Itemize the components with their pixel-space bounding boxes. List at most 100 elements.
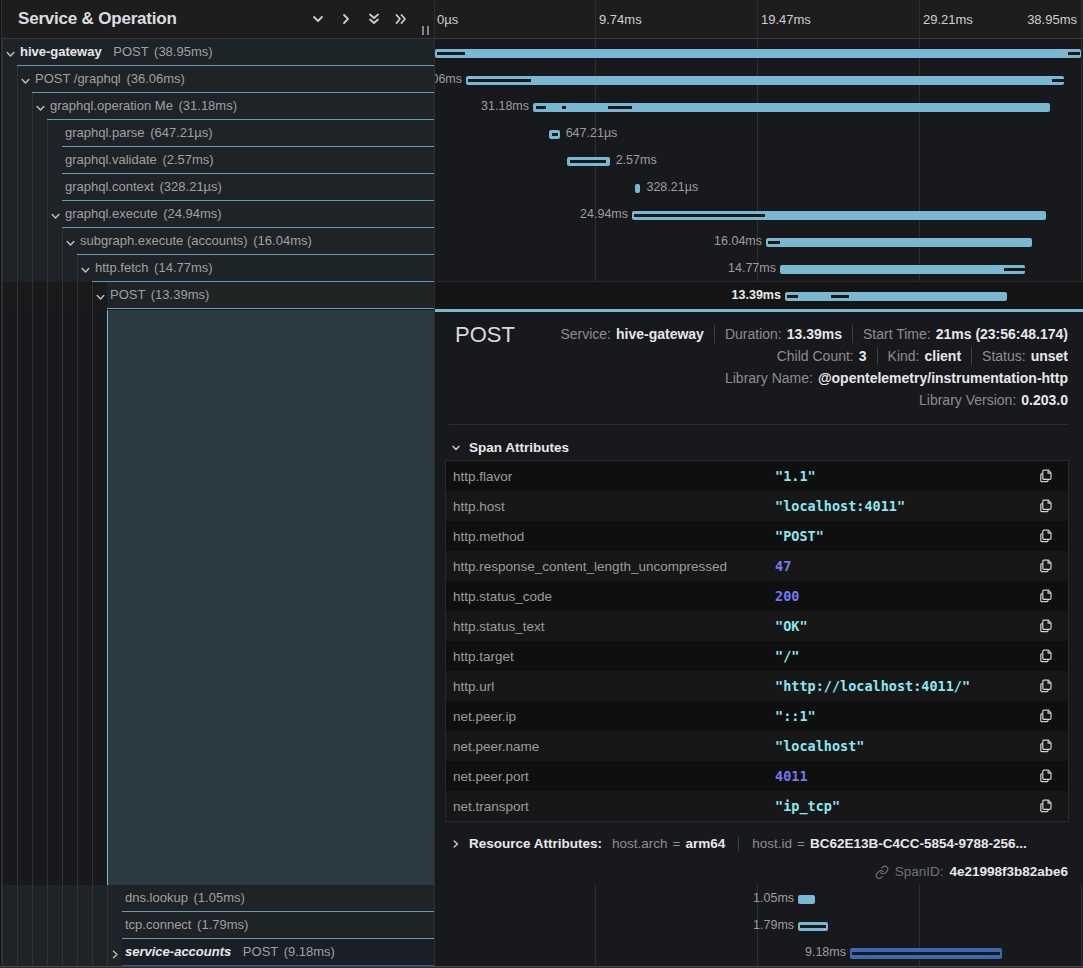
attr-row-http.method: http.method"POST": [446, 521, 1068, 551]
span-bar[interactable]: [435, 49, 1081, 58]
panel-splitter[interactable]: [434, 0, 435, 968]
span-bar[interactable]: [466, 76, 1064, 85]
row-operation: dns.lookup (1.05ms): [125, 890, 245, 905]
copy-icon[interactable]: [1038, 678, 1054, 694]
resource-attributes-line[interactable]: Resource Attributes: host.arch=arm64host…: [451, 836, 1027, 851]
timeline-row-POST[interactable]: [435, 39, 1083, 66]
span-id-label: SpanID:: [895, 864, 944, 879]
tree-row-POST /graphql[interactable]: POST /graphql (36.06ms): [0, 66, 434, 93]
copy-icon[interactable]: [1038, 708, 1054, 724]
timeline-row-tcp.connect[interactable]: 1.79ms: [435, 912, 1083, 939]
row-operation: tcp.connect (1.79ms): [125, 917, 248, 932]
info-label: Library Version:: [919, 392, 1016, 408]
copy-icon[interactable]: [1038, 468, 1054, 484]
copy-icon[interactable]: [1038, 798, 1054, 814]
timeline-row-graphql.validate[interactable]: 2.57ms: [435, 147, 1083, 174]
copy-icon[interactable]: [1038, 768, 1054, 784]
copy-icon[interactable]: [1038, 558, 1054, 574]
span-bar[interactable]: [533, 103, 1050, 112]
copy-icon[interactable]: [1038, 738, 1054, 754]
span-bar[interactable]: [798, 895, 815, 904]
timeline-tick-3: 29.21ms: [923, 12, 973, 27]
span-bar[interactable]: [798, 922, 828, 931]
span-bar[interactable]: [785, 292, 1007, 301]
tree-row-graphql.context[interactable]: graphql.context (328.21µs): [0, 174, 434, 201]
copy-icon[interactable]: [1038, 618, 1054, 634]
copy-icon[interactable]: [1038, 528, 1054, 544]
chevron-right-icon[interactable]: [110, 946, 121, 964]
info-value: hive-gateway: [616, 326, 704, 342]
tree-row-graphql.parse[interactable]: graphql.parse (647.21µs): [0, 120, 434, 147]
chevron-down-icon[interactable]: [20, 73, 31, 91]
service-operation-header: Service & Operation: [0, 0, 434, 39]
timeline-row-graphql.execute[interactable]: 24.94ms: [435, 201, 1083, 228]
copy-icon[interactable]: [1038, 588, 1054, 604]
attr-key: http.status_text: [446, 619, 775, 634]
root-indent-guide: [2, 39, 3, 968]
row-operation: graphql.operation Me (31.18ms): [50, 98, 237, 113]
timeline-row-graphql.operation Me[interactable]: 31.18ms: [435, 93, 1083, 120]
attr-value: "OK": [775, 618, 808, 634]
timeline-row-http.fetch[interactable]: 14.77ms: [435, 255, 1083, 282]
tree-row-graphql.execute[interactable]: graphql.execute (24.94ms): [0, 201, 434, 228]
span-bar[interactable]: [780, 265, 1025, 274]
tree-row-dns.lookup[interactable]: dns.lookup (1.05ms): [0, 885, 434, 912]
span-attributes-title: Span Attributes: [469, 440, 569, 455]
tree-row-graphql.operation Me[interactable]: graphql.operation Me (31.18ms): [0, 93, 434, 120]
chevron-down-icon[interactable]: [80, 262, 91, 280]
span-duration-label: 16.04ms: [714, 228, 762, 255]
collapse-one-icon[interactable]: [310, 11, 326, 27]
span-tree: hive-gateway POST (38.95ms)POST /graphql…: [0, 39, 434, 968]
attr-value: 200: [775, 588, 799, 604]
timeline-row-POST[interactable]: 13.39ms: [435, 282, 1083, 309]
collapse-all-icon[interactable]: [366, 11, 382, 27]
row-operation: subgraph.execute (accounts) (16.04ms): [80, 233, 312, 248]
panel-resize-grip[interactable]: [422, 26, 430, 35]
span-duration-label: 9.18ms: [805, 939, 846, 966]
chevron-down-icon[interactable]: [65, 235, 76, 253]
chevron-down-icon[interactable]: [95, 289, 106, 307]
row-operation: graphql.parse (647.21µs): [65, 125, 213, 140]
span-bar[interactable]: [632, 211, 1046, 220]
attr-key: net.peer.port: [446, 769, 775, 784]
timeline-row-dns.lookup[interactable]: 1.05ms: [435, 885, 1083, 912]
span-attributes-header[interactable]: Span Attributes: [451, 440, 569, 455]
span-bar[interactable]: [850, 948, 1002, 959]
tree-row-http.fetch[interactable]: http.fetch (14.77ms): [0, 255, 434, 282]
tree-row-subgraph.execute (accounts)[interactable]: subgraph.execute (accounts) (16.04ms): [0, 228, 434, 255]
timeline-row-graphql.parse[interactable]: 647.21µs: [435, 120, 1083, 147]
tree-row-hive-gateway-POST[interactable]: hive-gateway POST (38.95ms): [0, 39, 434, 66]
tree-row-POST[interactable]: POST (13.39ms): [0, 282, 434, 309]
attr-key: http.host: [446, 499, 775, 514]
timeline-row-subgraph.execute (accounts)[interactable]: 16.04ms: [435, 228, 1083, 255]
span-bar[interactable]: [567, 157, 610, 166]
copy-icon[interactable]: [1038, 648, 1054, 664]
link-icon[interactable]: [875, 865, 889, 879]
span-bar[interactable]: [549, 130, 560, 139]
attr-row-http.flavor: http.flavor"1.1": [446, 461, 1068, 491]
chevron-down-icon[interactable]: [50, 208, 61, 226]
chevron-down-icon[interactable]: [35, 100, 46, 118]
tree-row-service-accounts-POST[interactable]: service-accounts POST (9.18ms): [0, 939, 434, 966]
timeline-row-POST /graphql[interactable]: 36.06ms: [435, 66, 1083, 93]
tree-row-tcp.connect[interactable]: tcp.connect (1.79ms): [0, 912, 434, 939]
span-id-line: SpanID: 4e21998f3b82abe6: [875, 864, 1068, 879]
span-bar[interactable]: [635, 184, 640, 193]
attr-row-http.url: http.url"http://localhost:4011/": [446, 671, 1068, 701]
timeline-tick-2: 19.47ms: [761, 12, 811, 27]
info-label: Child Count:: [777, 348, 854, 364]
info-value: client: [924, 348, 961, 364]
span-bar[interactable]: [766, 238, 1032, 247]
attr-key: http.target: [446, 649, 775, 664]
detail-span-title: POST: [455, 322, 515, 348]
timeline-row-POST[interactable]: 9.18ms: [435, 939, 1083, 966]
tree-row-graphql.validate[interactable]: graphql.validate (2.57ms): [0, 147, 434, 174]
row-operation: graphql.context (328.21µs): [65, 179, 222, 194]
copy-icon[interactable]: [1038, 498, 1054, 514]
timeline-row-graphql.context[interactable]: 328.21µs: [435, 174, 1083, 201]
chevron-down-icon[interactable]: [5, 46, 16, 64]
expand-all-icon[interactable]: [393, 11, 409, 27]
indent-guide-0: [17, 309, 18, 968]
attr-row-http.status_code: http.status_code200: [446, 581, 1068, 611]
expand-one-icon[interactable]: [338, 11, 354, 27]
